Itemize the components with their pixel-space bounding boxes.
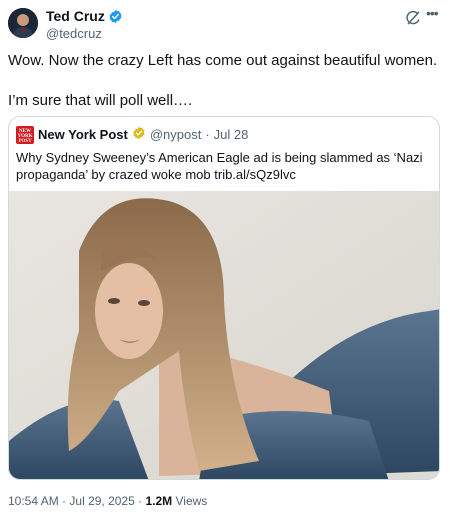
verified-badge-icon [108, 9, 123, 24]
avatar[interactable] [8, 8, 38, 38]
author-name[interactable]: Ted Cruz [46, 8, 105, 24]
quoted-author-name[interactable]: New York Post [38, 127, 128, 142]
quoted-tweet-card[interactable]: NEW YORK POST New York Post @nypost · Jul … [8, 116, 440, 480]
gold-verified-badge-icon [132, 126, 146, 143]
dot-separator: · [205, 127, 210, 142]
tweet-date[interactable]: Jul 29, 2025 [69, 494, 134, 508]
tweet-footer: 10:54 AM · Jul 29, 2025 · 1.2M Views [8, 494, 207, 508]
tweet-time[interactable]: 10:54 AM [8, 494, 59, 508]
tweet-text-line-2: I’m sure that will poll well…. [8, 92, 193, 109]
quoted-tweet-header: New York Post @nypost · Jul 28 [38, 126, 248, 143]
views-label: Views [175, 494, 208, 508]
views-count: 1.2M [145, 494, 173, 508]
quoted-tweet-text: Why Sydney Sweeney’s American Eagle ad i… [16, 150, 423, 182]
handle[interactable]: @tedcruz [46, 26, 102, 41]
grok-icon[interactable] [405, 10, 421, 26]
more-icon[interactable]: ••• [426, 6, 442, 22]
quoted-date[interactable]: Jul 28 [214, 127, 249, 142]
tweet-text-line-1: Wow. Now the crazy Left has come out aga… [8, 52, 438, 69]
quoted-tweet-photo[interactable] [9, 191, 440, 480]
quoted-handle[interactable]: @nypost [150, 127, 202, 142]
author-name-row[interactable]: Ted Cruz [46, 8, 123, 24]
new-york-post-logo: NEW YORK POST [16, 126, 34, 144]
